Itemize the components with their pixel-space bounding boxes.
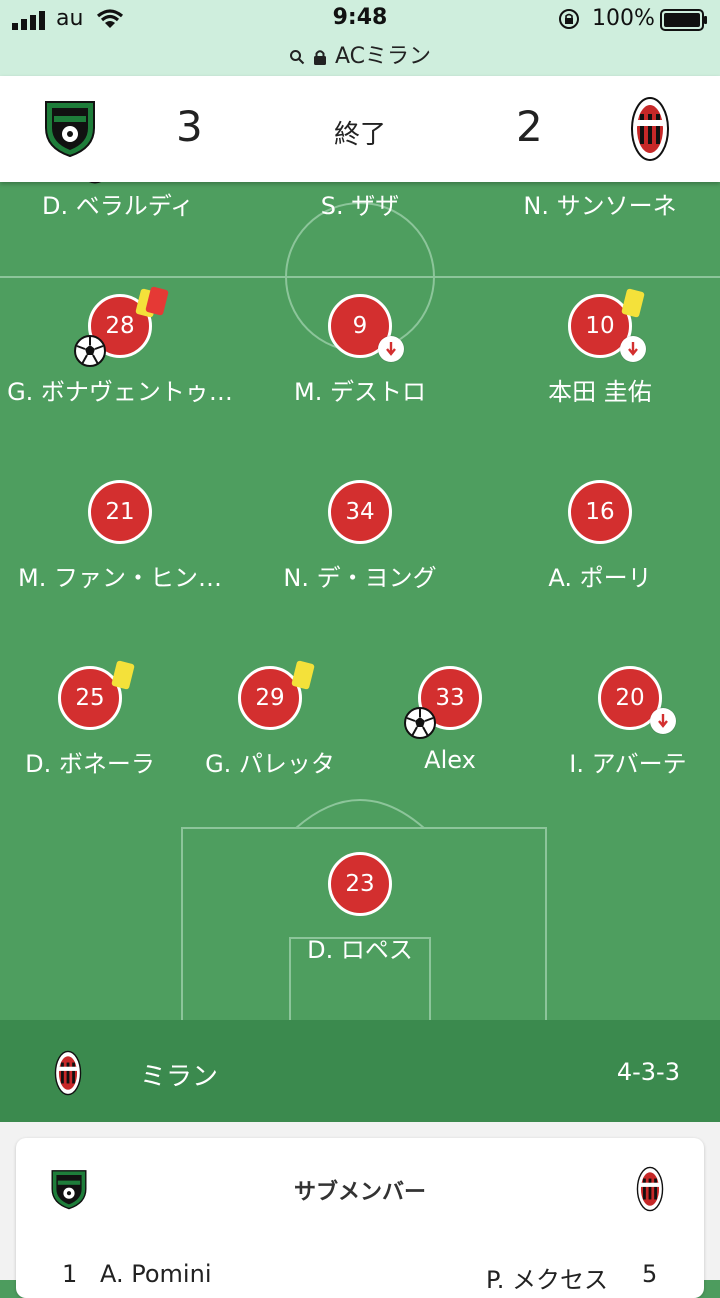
battery-percent: 100%: [592, 6, 655, 31]
player-number: 34: [328, 480, 392, 544]
player-name: A. ポーリ: [548, 564, 652, 592]
milan-crest-icon[interactable]: [630, 96, 670, 162]
match-status: 終了: [333, 120, 386, 150]
milan-crest-icon: [54, 1050, 82, 1096]
subs-card: サブメンバー 1 A. Pomini P. メクセス 5: [16, 1138, 704, 1298]
sub-player-name[interactable]: A. Pomini: [100, 1260, 211, 1288]
sub-out-icon: [650, 708, 676, 734]
status-bar: au 9:48 100% ACミラン: [0, 0, 720, 76]
player-number: 21: [88, 480, 152, 544]
search-icon: [289, 50, 305, 65]
away-score: 2: [516, 102, 543, 151]
player-name: D. ロペス: [307, 936, 413, 964]
player-name: M. デストロ: [294, 378, 426, 406]
player-name: G. ボナヴェントゥ…: [7, 378, 233, 406]
subs-title: サブメンバー: [293, 1180, 426, 1205]
sub-player-name[interactable]: P. メクセス: [486, 1260, 608, 1295]
sub-number: 1: [62, 1260, 78, 1288]
player-name: N. デ・ヨング: [283, 564, 437, 592]
milan-crest-icon: [636, 1166, 664, 1212]
ball-icon: [74, 335, 106, 367]
player-name: 本田 圭佑: [548, 378, 652, 406]
player-number: 23: [328, 852, 392, 916]
score-header: 3 終了 2: [0, 76, 720, 182]
sub-out-icon: [378, 336, 404, 362]
opponent-player-name[interactable]: N. サンソーネ: [480, 186, 720, 221]
opponent-player-name[interactable]: S. ザザ: [240, 186, 480, 221]
url-text: ACミラン: [334, 44, 432, 69]
opponent-player-name[interactable]: D. ベラルディ: [0, 186, 238, 221]
player-name: M. ファン・ヒン…: [18, 564, 222, 592]
player-name: I. アバーテ: [569, 750, 687, 778]
ball-icon: [404, 707, 436, 739]
formation: 4-3-3: [616, 1058, 680, 1086]
sub-number: 5: [642, 1260, 658, 1288]
pitch: D. ベラルディ S. ザザ N. サンソーネ 28 G. ボナヴェントゥ… 9…: [0, 182, 720, 1020]
url-bar[interactable]: ACミラン: [0, 38, 720, 70]
lock-icon: [313, 50, 326, 65]
battery-icon: [660, 9, 707, 31]
team-bar: ミラン 4-3-3: [0, 1020, 720, 1122]
player-number: 16: [568, 480, 632, 544]
team-name: ミラン: [140, 1062, 219, 1092]
sub-out-icon: [620, 336, 646, 362]
orientation-lock-icon: [559, 9, 579, 29]
